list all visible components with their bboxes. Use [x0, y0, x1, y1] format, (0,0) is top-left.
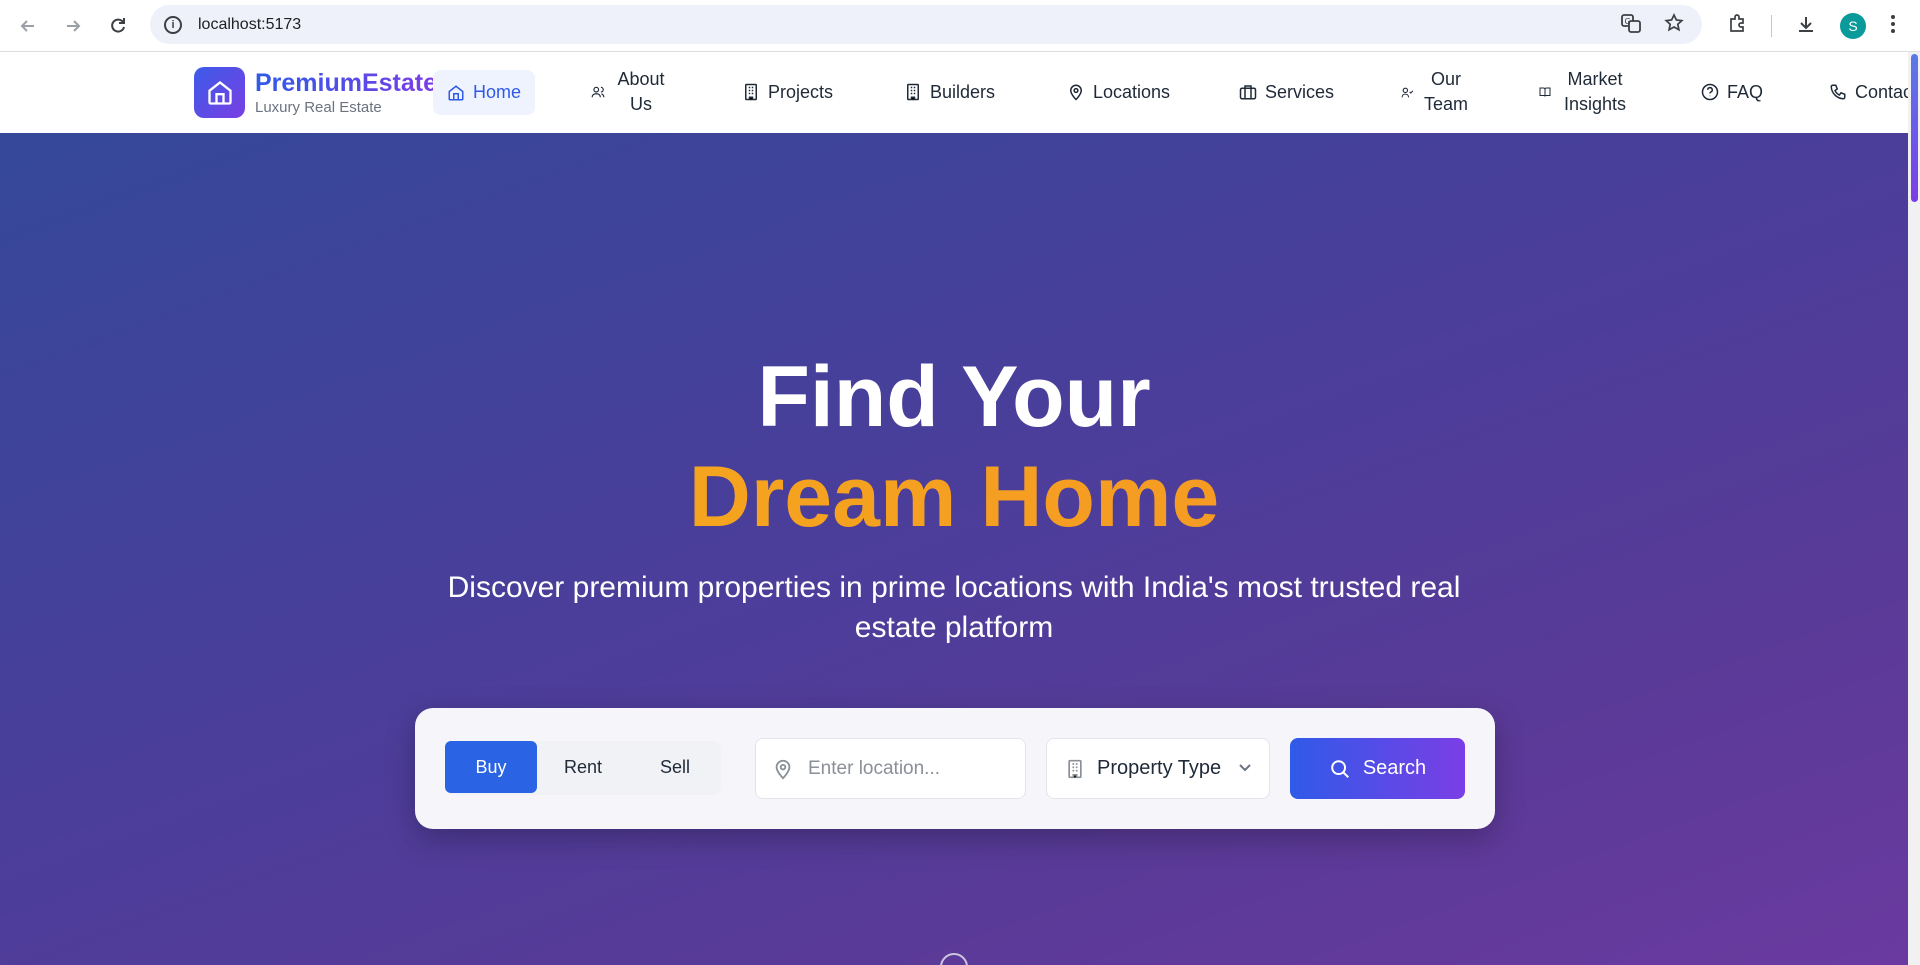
address-bar[interactable]: i localhost:5173 G [150, 5, 1702, 44]
nav-contact[interactable]: Contac [1829, 62, 1908, 122]
nav-projects[interactable]: Projects [742, 62, 833, 122]
brand-name: PremiumEstate [255, 69, 438, 97]
back-icon[interactable] [8, 6, 48, 46]
info-icon[interactable]: i [164, 15, 182, 34]
building-icon [907, 83, 919, 101]
nav-builders[interactable]: Builders [904, 62, 995, 122]
map-pin-icon [1069, 84, 1083, 101]
tab-buy[interactable]: Buy [445, 741, 537, 793]
home-icon [448, 84, 464, 100]
svg-text:G: G [1625, 17, 1631, 26]
download-icon[interactable] [1796, 14, 1816, 38]
brand[interactable]: PremiumEstate Luxury Real Estate [255, 69, 437, 116]
tab-sell[interactable]: Sell [629, 741, 721, 793]
forward-icon[interactable] [53, 6, 93, 46]
extensions-icon[interactable] [1727, 14, 1747, 38]
nav-market-insights[interactable]: Market Insights [1539, 62, 1631, 122]
search-icon [1331, 759, 1349, 778]
more-icon[interactable] [1890, 14, 1896, 38]
nav-home[interactable]: Home [433, 70, 536, 115]
hero-section: Find Your Dream Home Discover premium pr… [0, 133, 1908, 965]
home-icon [207, 80, 232, 105]
property-type-value: Property Type [1097, 757, 1222, 779]
nav-label: Projects [768, 81, 834, 102]
nav-about-us[interactable]: About Us [591, 62, 669, 122]
page-scrollbar[interactable] [1908, 52, 1920, 965]
user-check-icon [1401, 87, 1414, 97]
profile-avatar[interactable]: S [1840, 13, 1866, 39]
scrollbar-thumb[interactable] [1911, 54, 1918, 202]
listing-type-tabs: Buy Rent Sell [445, 741, 721, 795]
chevron-down-icon [1239, 764, 1251, 772]
phone-icon [1830, 84, 1846, 100]
hero-subtitle: Discover premium properties in prime loc… [447, 571, 1461, 644]
logo[interactable] [194, 67, 245, 118]
nav-faq[interactable]: FAQ [1701, 62, 1763, 122]
nav-label: Services [1265, 81, 1335, 102]
search-button[interactable]: Search [1290, 738, 1465, 799]
url-text[interactable]: localhost:5173 [198, 16, 301, 34]
nav-our-team[interactable]: Our Team [1401, 62, 1470, 122]
briefcase-icon [1239, 85, 1257, 100]
nav-label: Locations [1093, 81, 1171, 102]
tab-rent[interactable]: Rent [537, 741, 629, 793]
building-icon [1068, 759, 1082, 778]
building-icon [745, 83, 757, 101]
users-icon [591, 86, 605, 98]
property-type-select[interactable]: Property Type [1046, 738, 1270, 799]
nav-services[interactable]: Services [1239, 62, 1334, 122]
toolbar-divider [1771, 15, 1772, 37]
help-circle-icon [1701, 83, 1719, 101]
nav-label: Contac [1855, 81, 1908, 102]
translate-icon[interactable]: G [1620, 12, 1642, 38]
location-input[interactable] [808, 757, 1008, 780]
reload-icon[interactable] [98, 6, 138, 46]
nav-label: About Us [617, 69, 665, 114]
search-card: Buy Rent Sell Property Type Search [415, 708, 1495, 829]
nav-label: Market Insights [1563, 69, 1627, 114]
location-field[interactable] [755, 738, 1026, 799]
search-button-label: Search [1362, 757, 1427, 779]
brand-tagline: Luxury Real Estate [255, 99, 382, 116]
scroll-indicator-icon[interactable] [940, 953, 968, 965]
browser-toolbar: i localhost:5173 G S [0, 0, 1920, 52]
site-navbar: PremiumEstate Luxury Real Estate Home Ab… [0, 52, 1908, 133]
nav-label: Builders [930, 81, 996, 102]
star-icon[interactable] [1664, 12, 1684, 37]
nav-label: FAQ [1727, 81, 1764, 102]
nav-label: Our Team [1423, 69, 1468, 114]
book-icon [1539, 87, 1551, 97]
hero-title-line1: Find Your [757, 349, 1151, 445]
nav-locations[interactable]: Locations [1067, 62, 1170, 122]
nav-label: Home [473, 82, 522, 102]
hero-title-line2: Dream Home [0, 448, 1908, 547]
map-pin-icon [775, 759, 791, 779]
